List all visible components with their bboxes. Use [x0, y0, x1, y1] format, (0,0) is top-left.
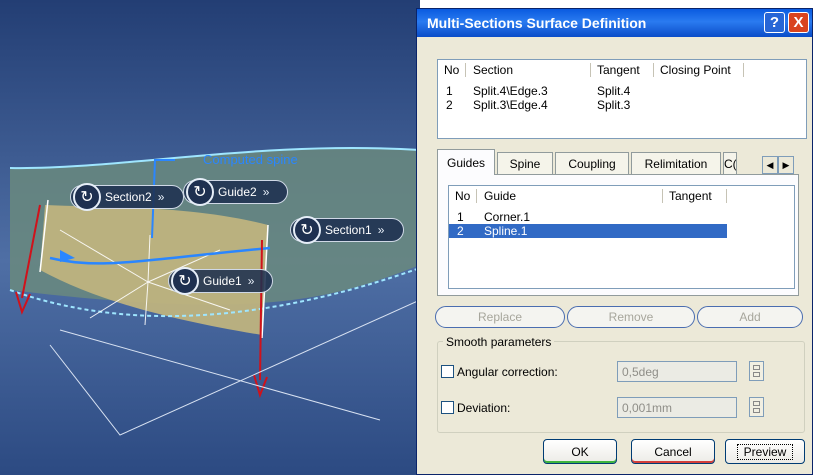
column-header-closing-point[interactable]: Closing Point — [660, 63, 731, 77]
row-no: 1 — [457, 210, 464, 224]
guide-icon: ↻ — [186, 178, 214, 206]
column-header-guide[interactable]: Guide — [484, 189, 516, 203]
computed-spine-label: Computed spine — [203, 152, 298, 167]
guide-row[interactable]: 1 Corner.1 — [449, 210, 727, 224]
replace-button[interactable]: Replace — [435, 306, 565, 328]
deviation-spinner[interactable] — [749, 397, 764, 417]
angular-correction-spinner[interactable] — [749, 361, 764, 381]
row-no: 1 — [446, 84, 453, 98]
row-guide: Spline.1 — [484, 224, 528, 238]
close-button[interactable]: X — [788, 12, 809, 33]
tab-strip: Guides Spine Coupling Relimitation C( — [437, 149, 807, 177]
dialog-title: Multi-Sections Surface Definition — [427, 15, 647, 31]
section-row[interactable]: 1 Split.4\Edge.3 Split.4 — [438, 84, 806, 98]
guide-row-selected[interactable]: 2 Spline.1 — [449, 224, 727, 238]
column-header-tangent[interactable]: Tangent — [597, 63, 640, 77]
column-header-no[interactable]: No — [444, 63, 459, 77]
guide2-tag[interactable]: ↻ Guide2 » — [183, 178, 288, 206]
row-section: Split.3\Edge.4 — [473, 98, 548, 112]
guide1-tag[interactable]: ↻ Guide1 » — [168, 267, 273, 295]
section2-tag[interactable]: ↻ Section2 » — [70, 183, 184, 211]
deviation-input[interactable]: 0,001mm — [617, 397, 737, 418]
ok-button[interactable]: OK — [543, 439, 617, 464]
section-icon: ↻ — [73, 183, 101, 211]
close-icon: X — [793, 14, 804, 31]
section1-tag[interactable]: ↻ Section1 » — [290, 216, 404, 244]
chevron-icon: » — [262, 185, 270, 199]
preview-button[interactable]: Preview — [725, 439, 805, 464]
preview-button-label: Preview — [736, 443, 794, 460]
section-icon: ↻ — [293, 216, 321, 244]
chevron-icon: » — [157, 190, 165, 204]
section1-tag-label: Section1 — [325, 223, 372, 237]
row-no: 2 — [457, 224, 464, 238]
guides-tab-panel: No Guide Tangent 1 Corner.1 2 Spline.1 — [437, 174, 799, 296]
cancel-button[interactable]: Cancel — [631, 439, 715, 464]
multi-sections-dialog: Multi-Sections Surface Definition ? X No… — [416, 8, 813, 475]
help-button[interactable]: ? — [764, 12, 785, 33]
guides-list-header: No Guide Tangent — [449, 186, 794, 206]
tab-scroll-right-button[interactable]: ▶ — [778, 156, 794, 174]
row-section: Split.4\Edge.3 — [473, 84, 548, 98]
deviation-label: Deviation: — [457, 401, 511, 415]
tab-relimitation[interactable]: Relimitation — [631, 152, 721, 174]
remove-button[interactable]: Remove — [567, 306, 695, 328]
smooth-parameters-group — [437, 341, 805, 433]
deviation-checkbox[interactable] — [441, 401, 454, 414]
tab-overflow[interactable]: C( — [723, 152, 737, 174]
angular-correction-input[interactable]: 0,5deg — [617, 361, 737, 382]
dialog-title-bar[interactable]: Multi-Sections Surface Definition — [417, 9, 812, 37]
help-icon: ? — [769, 14, 780, 31]
angular-correction-label: Angular correction: — [457, 365, 558, 379]
sections-list-header: No Section Tangent Closing Point — [438, 60, 806, 80]
guide-icon: ↻ — [171, 267, 199, 295]
tab-coupling[interactable]: Coupling — [555, 152, 629, 174]
tab-spine[interactable]: Spine — [497, 152, 553, 174]
guide1-tag-label: Guide1 — [203, 274, 242, 288]
arrow-left-icon: ◀ — [766, 159, 774, 170]
add-button[interactable]: Add — [697, 306, 803, 328]
row-tangent: Split.4 — [597, 84, 631, 98]
tab-guides[interactable]: Guides — [437, 149, 495, 175]
guide2-tag-label: Guide2 — [218, 185, 257, 199]
column-header-tangent[interactable]: Tangent — [669, 189, 712, 203]
column-header-no[interactable]: No — [455, 189, 470, 203]
sections-list[interactable]: No Section Tangent Closing Point 1 Split… — [437, 59, 807, 139]
row-tangent: Split.3 — [597, 98, 631, 112]
chevron-icon: » — [377, 223, 385, 237]
section-row[interactable]: 2 Split.3\Edge.4 Split.3 — [438, 98, 806, 112]
guides-list[interactable]: No Guide Tangent 1 Corner.1 2 Spline.1 — [448, 185, 795, 289]
angular-correction-checkbox[interactable] — [441, 365, 454, 378]
3d-viewport[interactable]: Computed spine ↻ Section2 » ↻ Guide2 » ↻… — [0, 0, 420, 475]
tab-scroll-left-button[interactable]: ◀ — [762, 156, 778, 174]
column-header-section[interactable]: Section — [473, 63, 513, 77]
arrow-right-icon: ▶ — [782, 159, 790, 170]
section2-tag-label: Section2 — [105, 190, 152, 204]
smooth-parameters-title: Smooth parameters — [443, 335, 555, 349]
chevron-icon: » — [247, 274, 255, 288]
row-no: 2 — [446, 98, 453, 112]
row-guide: Corner.1 — [484, 210, 531, 224]
